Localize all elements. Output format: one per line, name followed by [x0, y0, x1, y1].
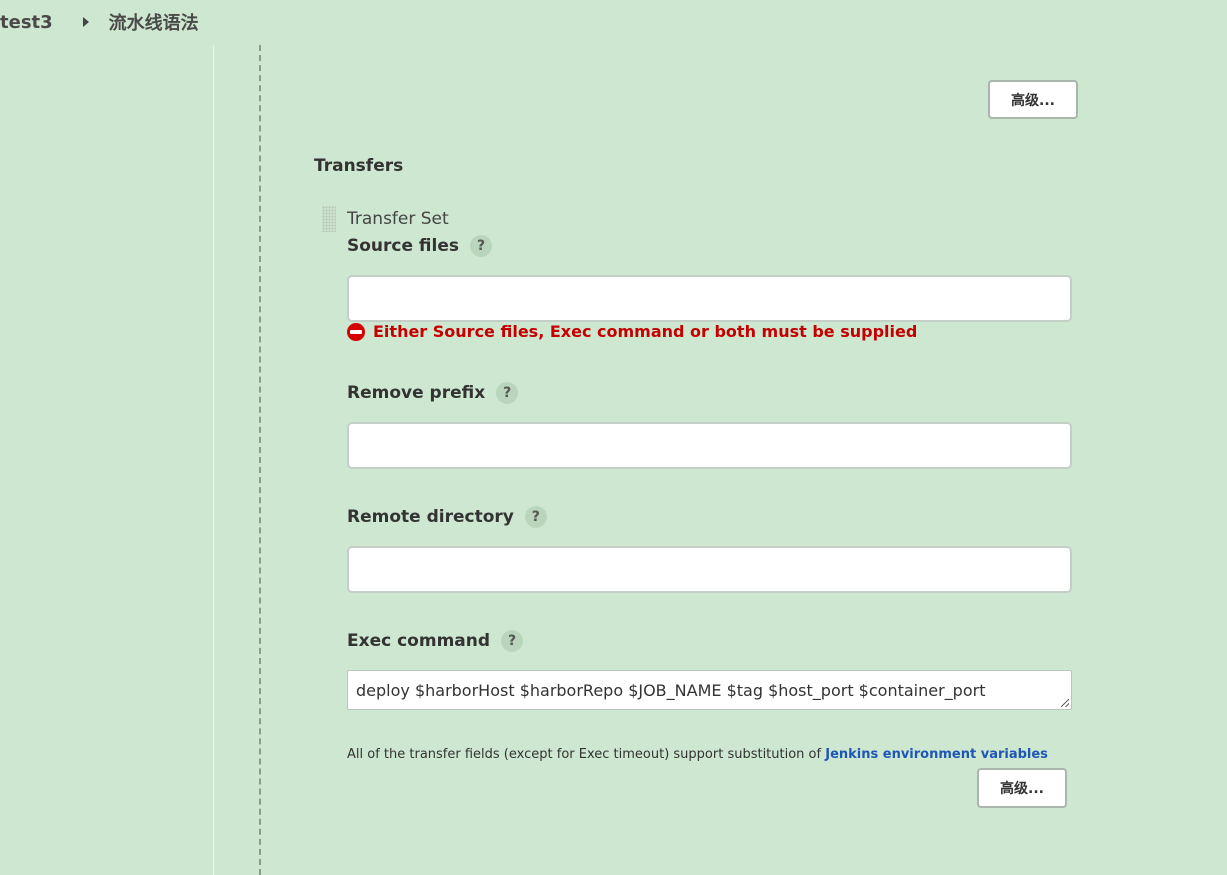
- section-dashed-rule: [259, 45, 261, 875]
- source-files-label-text: Source files: [347, 236, 460, 256]
- help-icon[interactable]: ?: [501, 630, 524, 652]
- help-icon[interactable]: ?: [496, 382, 519, 404]
- exec-command-label-text: Exec command: [347, 631, 491, 651]
- source-files-input[interactable]: [347, 275, 1072, 322]
- advanced-button-top[interactable]: 高级...: [988, 80, 1078, 119]
- help-icon[interactable]: ?: [470, 235, 493, 257]
- drag-handle-icon[interactable]: [322, 206, 336, 232]
- exec-command-label: Exec command ?: [347, 630, 524, 652]
- source-files-label: Source files ?: [347, 235, 493, 257]
- breadcrumb: test3 流水线语法: [0, 8, 199, 36]
- error-icon: [347, 322, 365, 341]
- transfer-set-title: Transfer Set: [347, 209, 449, 229]
- remote-directory-input[interactable]: [347, 546, 1072, 593]
- exec-command-textarea[interactable]: deploy $harborHost $harborRepo $JOB_NAME…: [347, 670, 1072, 710]
- validation-error: Either Source files, Exec command or bot…: [347, 322, 917, 341]
- remote-directory-label: Remote directory ?: [347, 506, 547, 528]
- remove-prefix-label-text: Remove prefix: [347, 383, 486, 403]
- remove-prefix-label: Remove prefix ?: [347, 382, 519, 404]
- help-icon[interactable]: ?: [524, 506, 547, 528]
- breadcrumb-item-job[interactable]: test3: [0, 12, 53, 33]
- exec-command-value: deploy $harborHost $harborRepo $JOB_NAME…: [356, 680, 986, 700]
- transfers-title: Transfers: [314, 156, 404, 176]
- validation-error-text: Either Source files, Exec command or bot…: [373, 322, 918, 341]
- advanced-button-bottom[interactable]: 高级...: [977, 768, 1067, 808]
- remote-directory-label-text: Remote directory: [347, 507, 514, 527]
- chevron-right-icon[interactable]: [82, 17, 89, 27]
- sidebar-divider: [213, 45, 214, 875]
- substitution-note: All of the transfer fields (except for E…: [347, 747, 1048, 762]
- remove-prefix-input[interactable]: [347, 422, 1072, 469]
- resize-handle-icon[interactable]: [1061, 699, 1069, 707]
- breadcrumb-item-pipeline-syntax[interactable]: 流水线语法: [109, 9, 199, 35]
- substitution-note-text: All of the transfer fields (except for E…: [347, 747, 822, 762]
- jenkins-env-vars-link[interactable]: Jenkins environment variables: [825, 747, 1048, 762]
